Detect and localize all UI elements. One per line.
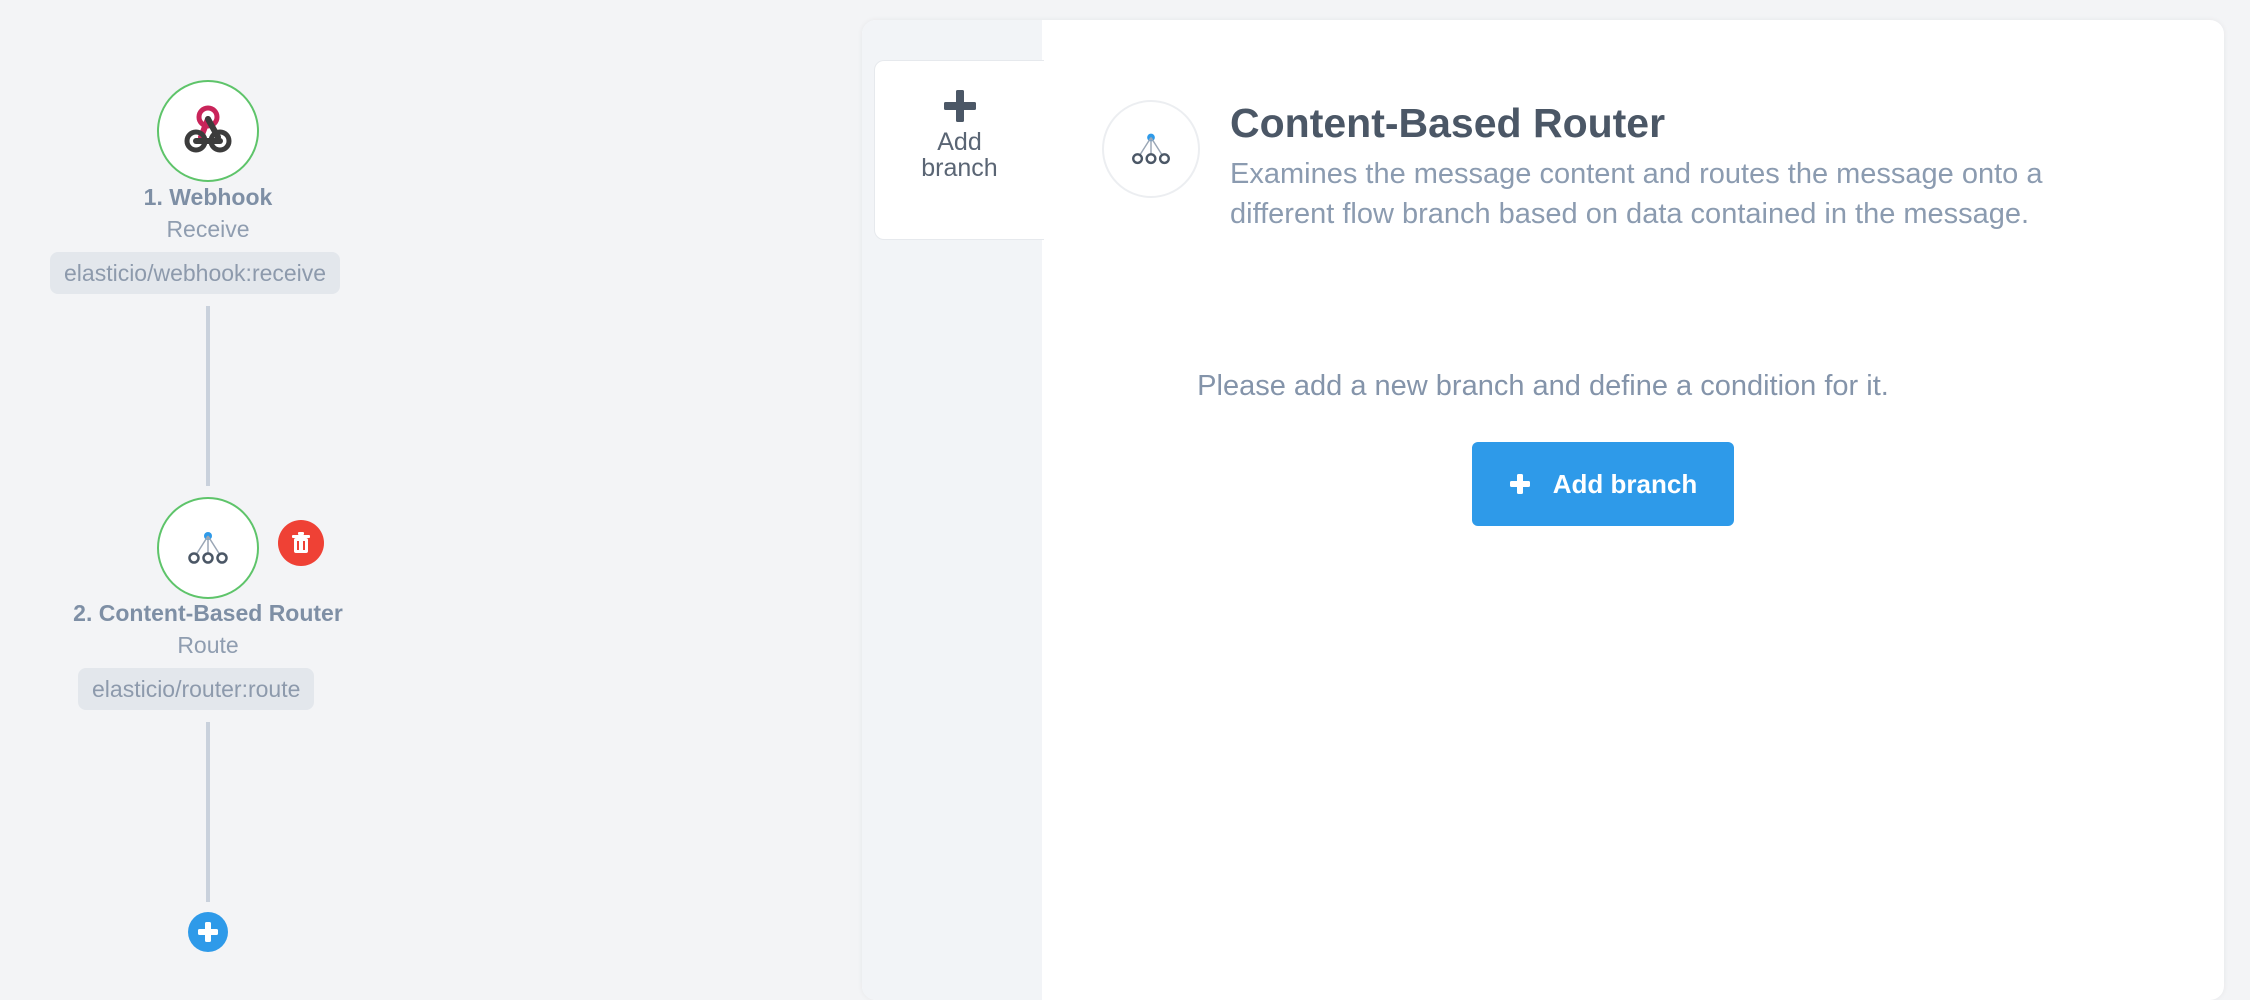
add-step-button[interactable] bbox=[188, 912, 228, 952]
empty-state-message: Please add a new branch and define a con… bbox=[1197, 370, 1889, 402]
tab-add-branch-label: Add branch bbox=[921, 128, 998, 182]
flow-connector bbox=[206, 722, 210, 902]
flow-connector bbox=[206, 306, 210, 486]
add-branch-button-label: Add branch bbox=[1552, 468, 1698, 499]
trash-icon bbox=[292, 532, 310, 553]
plus-icon bbox=[198, 922, 218, 942]
step-webhook-node[interactable] bbox=[157, 80, 259, 182]
step-subtitle: Receive bbox=[166, 216, 250, 242]
add-branch-button[interactable]: Add branch bbox=[1472, 442, 1734, 526]
step-config-panel: Add branch Content-Based Router Examines… bbox=[862, 20, 2224, 1000]
step-router-node[interactable] bbox=[157, 497, 259, 599]
flow-canvas: 1. Webhook Receive elasticio/webhook:rec… bbox=[0, 0, 860, 970]
component-icon bbox=[1102, 100, 1200, 198]
plus-icon bbox=[943, 90, 976, 122]
tab-add-branch[interactable]: Add branch bbox=[874, 60, 1044, 240]
step-title: 2. Content-Based Router bbox=[73, 600, 343, 626]
webhook-icon bbox=[184, 105, 232, 153]
step-tag: elasticio/router:route bbox=[78, 668, 315, 710]
component-title: Content-Based Router bbox=[1230, 100, 1666, 146]
step-tag: elasticio/webhook:receive bbox=[50, 252, 341, 294]
step-subtitle: Route bbox=[177, 632, 239, 658]
step-title: 1. Webhook bbox=[143, 184, 273, 210]
component-description: Examines the message content and routes … bbox=[1230, 158, 2043, 230]
plus-icon bbox=[1509, 474, 1530, 494]
router-icon bbox=[1132, 133, 1170, 165]
router-icon bbox=[188, 532, 228, 564]
delete-step-button[interactable] bbox=[278, 520, 324, 566]
